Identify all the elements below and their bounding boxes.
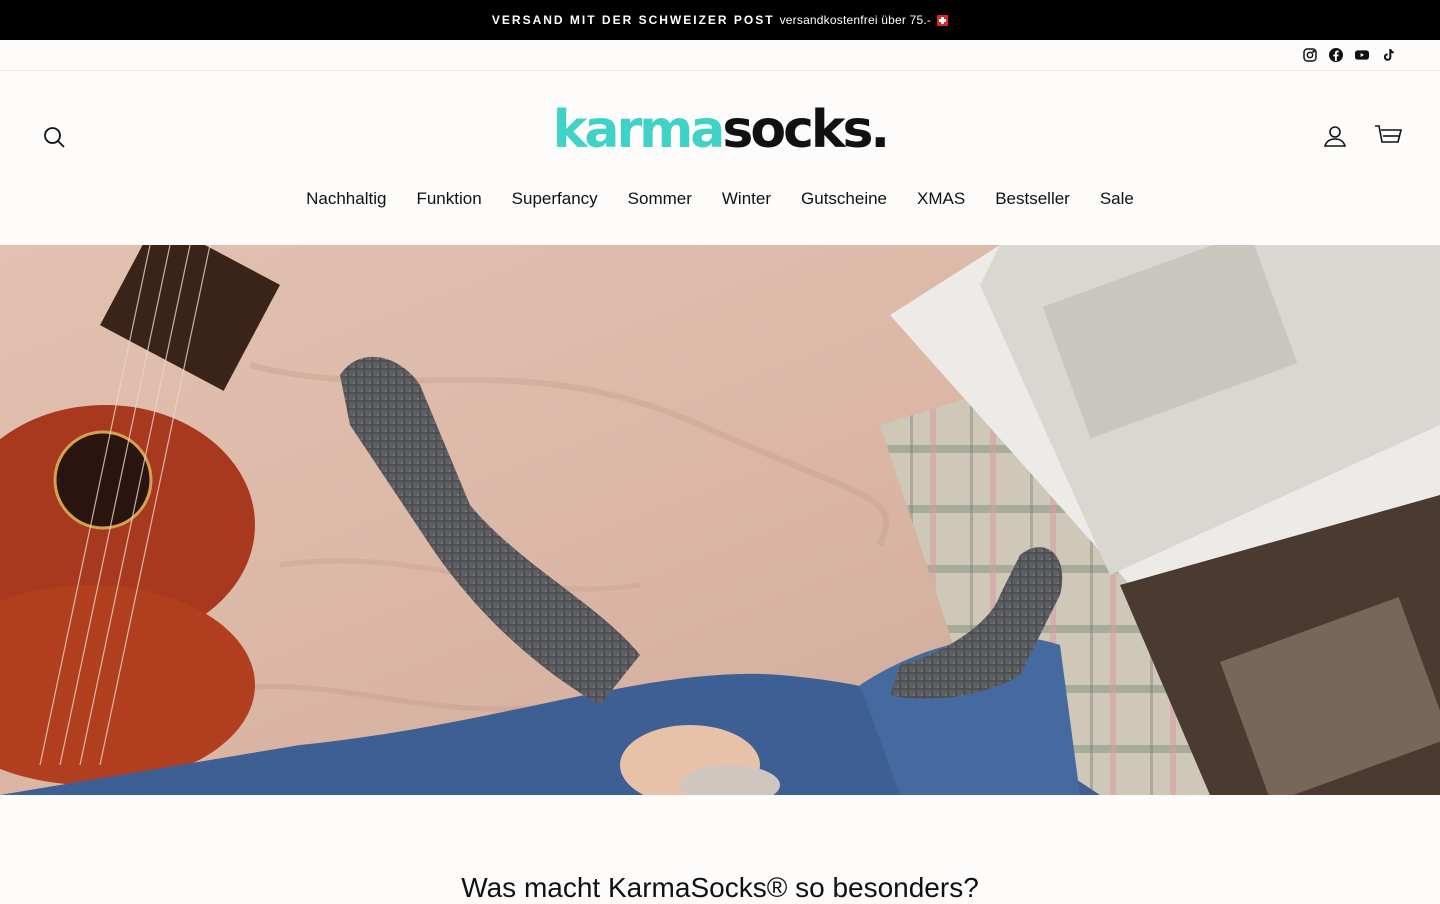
tiktok-icon[interactable] (1380, 47, 1396, 63)
header-actions (1322, 123, 1403, 149)
logo-karma: karma (552, 100, 726, 160)
nav-item-winter[interactable]: Winter (707, 189, 786, 209)
instagram-icon[interactable] (1302, 47, 1318, 63)
section-title: Was macht KarmaSocks® so besonders? (461, 872, 979, 903)
account-icon[interactable] (1322, 123, 1348, 149)
nav-item-gutscheine[interactable]: Gutscheine (786, 189, 902, 209)
cart-icon[interactable] (1374, 123, 1403, 149)
social-bar (0, 40, 1440, 71)
nav-item-nachhaltig[interactable]: Nachhaltig (291, 189, 401, 209)
youtube-icon[interactable] (1354, 47, 1370, 63)
announcement-bar: VERSAND MIT DER SCHWEIZER POST versandko… (0, 0, 1440, 40)
search-icon[interactable] (42, 125, 66, 149)
logo-socks: socks. (722, 100, 890, 160)
hero-image[interactable] (0, 245, 1440, 795)
site-logo[interactable]: karmasocks. (552, 100, 890, 160)
nav-item-xmas[interactable]: XMAS (902, 189, 980, 209)
nav-item-bestseller[interactable]: Bestseller (980, 189, 1085, 209)
facebook-icon[interactable] (1328, 47, 1344, 63)
site-header: karmasocks. (0, 71, 1440, 175)
nav-item-sale[interactable]: Sale (1085, 189, 1149, 209)
nav-item-funktion[interactable]: Funktion (401, 189, 496, 209)
nav-item-sommer[interactable]: Sommer (613, 189, 707, 209)
announcement-text: versandkostenfrei über 75.- (779, 13, 932, 27)
swiss-flag-icon (937, 14, 949, 26)
announcement-strong: VERSAND MIT DER SCHWEIZER POST (491, 13, 775, 27)
hero-illustration (0, 245, 1440, 795)
nav-item-superfancy[interactable]: Superfancy (497, 189, 613, 209)
main-nav: Nachhaltig Funktion Superfancy Sommer Wi… (0, 167, 1440, 231)
